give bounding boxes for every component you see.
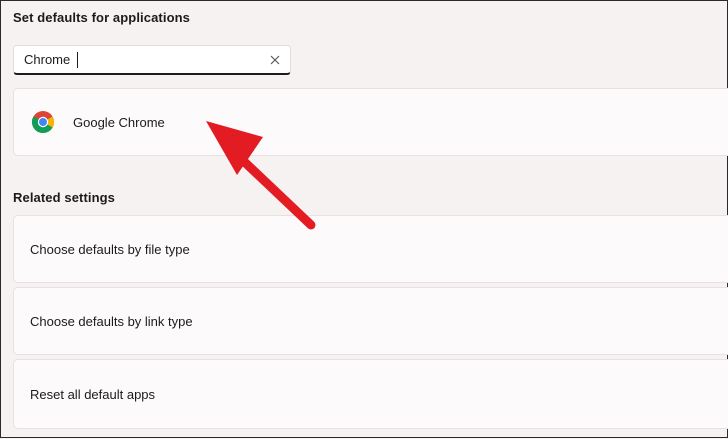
row-label: Reset all default apps: [30, 386, 156, 402]
reset-all-default-apps[interactable]: Reset all default apps: [13, 359, 728, 429]
row-label: Choose defaults by file type: [30, 241, 190, 257]
app-search-box[interactable]: [13, 45, 291, 75]
app-search-input[interactable]: [14, 46, 262, 73]
set-defaults-title: Set defaults for applications: [13, 10, 190, 25]
chrome-icon: [30, 109, 56, 135]
choose-defaults-by-link-type[interactable]: Choose defaults by link type: [13, 287, 728, 355]
close-icon: [270, 55, 280, 64]
text-caret: [77, 52, 78, 68]
row-label: Choose defaults by link type: [30, 313, 193, 329]
clear-search-button[interactable]: [262, 47, 288, 73]
choose-defaults-by-file-type[interactable]: Choose defaults by file type: [13, 215, 728, 283]
app-result-google-chrome[interactable]: Google Chrome: [13, 88, 728, 156]
app-name: Google Chrome: [73, 114, 165, 130]
related-settings-title: Related settings: [13, 190, 116, 205]
